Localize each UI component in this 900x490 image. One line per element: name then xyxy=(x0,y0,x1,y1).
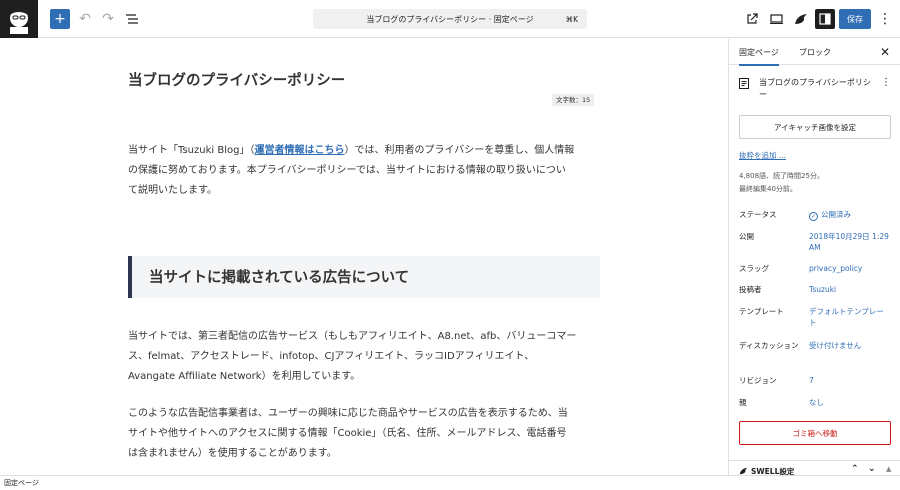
parent-value[interactable]: なし xyxy=(809,397,891,408)
editor-header: + ↶ ↷ 当ブログのプライバシーポリシー · 固定ページ ⌘K 保存 ⋮ xyxy=(0,0,900,38)
slug-label: スラッグ xyxy=(739,264,769,273)
swell-icon[interactable] xyxy=(791,9,811,29)
operator-info-link[interactable]: 運営者情報はこちら xyxy=(254,145,344,156)
cookie-line: は含まれません）を使用することがあります。 xyxy=(128,448,337,459)
template-value[interactable]: デフォルトテンプレート xyxy=(809,306,891,328)
add-excerpt-link[interactable]: 抜粋を追加 ... xyxy=(739,150,786,161)
status-text: 公開済み xyxy=(821,210,851,219)
cookie-paragraph[interactable]: このような広告配信事業者は、ユーザーの興味に応じた商品やサービスの広告を表示する… xyxy=(128,404,600,464)
swell-logo-icon xyxy=(739,467,748,475)
view-page-icon[interactable] xyxy=(742,9,762,29)
drag-handle-icon[interactable]: ▲ xyxy=(886,465,891,473)
section-heading[interactable]: 当サイトに掲載されている広告について xyxy=(128,256,600,298)
ads-paragraph[interactable]: 当サイトでは、第三者配信の広告サービス（もしもアフィリエイト、A8.net、af… xyxy=(128,327,600,387)
shortcut-hint: ⌘K xyxy=(565,15,578,24)
document-overview-icon[interactable] xyxy=(122,9,142,29)
sidebar-tabs: 固定ページ ブロック ✕ xyxy=(729,39,900,66)
tab-page[interactable]: 固定ページ xyxy=(739,47,779,66)
last-edited: 最終編集40分前。 xyxy=(739,185,797,193)
site-icon[interactable] xyxy=(0,0,38,38)
published-check-icon: ✓ xyxy=(809,212,818,221)
ads-line: Avangate Affiliate Network）を利用しています。 xyxy=(128,371,361,382)
status-label: ステータス xyxy=(739,210,777,219)
summary-page-title: 当ブログのプライバシーポリシー xyxy=(759,78,871,99)
cookie-line: サイトや他サイトへのアクセスに関する情報「Cookie」（氏名、住所、メールアド… xyxy=(128,428,567,439)
intro-text-rest: ）では、利用者のプライバシーを尊重し、個人情報 xyxy=(344,145,575,156)
move-to-trash-button[interactable]: ゴミ箱へ移動 xyxy=(739,421,891,445)
revisions-value[interactable]: 7 xyxy=(809,375,891,386)
redo-icon[interactable]: ↷ xyxy=(98,9,118,29)
block-breadcrumb[interactable]: 固定ページ xyxy=(0,475,900,490)
word-read-time: 4,808語、読了時間25分。 xyxy=(739,172,824,180)
settings-sidebar: 固定ページ ブロック ✕ 当ブログのプライバシーポリシー ⋮ アイキャッチ画像を… xyxy=(728,39,900,475)
command-palette-bar[interactable]: 当ブログのプライバシーポリシー · 固定ページ ⌘K xyxy=(313,9,587,29)
preview-icon[interactable] xyxy=(766,9,786,29)
set-featured-image-button[interactable]: アイキャッチ画像を設定 xyxy=(739,115,891,139)
command-title: 当ブログのプライバシーポリシー · 固定ページ xyxy=(366,14,534,24)
page-icon xyxy=(739,78,749,89)
swell-settings-panel[interactable]: SWELL設定 ⌃ ⌄ ▲ xyxy=(729,460,900,475)
publish-label: 公開 xyxy=(739,232,754,241)
more-options-icon[interactable]: ⋮ xyxy=(875,9,895,29)
undo-icon[interactable]: ↶ xyxy=(75,9,95,29)
author-label: 投稿者 xyxy=(739,285,762,294)
status-value[interactable]: ✓ 公開済み xyxy=(809,209,891,221)
chevron-up-icon[interactable]: ⌃ xyxy=(851,464,859,474)
tab-block[interactable]: ブロック xyxy=(799,47,831,58)
chevron-down-icon[interactable]: ⌄ xyxy=(868,464,876,474)
intro-text: 当サイト「Tsuzuki Blog」（ xyxy=(128,145,255,156)
intro-line: て説明いたします。 xyxy=(128,185,217,196)
document-meta: 4,808語、読了時間25分。 最終編集40分前。 xyxy=(739,170,824,196)
save-button[interactable]: 保存 xyxy=(839,9,871,29)
editor-canvas: 当ブログのプライバシーポリシー 文字数：15 当サイト「Tsuzuki Blog… xyxy=(0,39,728,475)
revisions-label: リビジョン xyxy=(739,376,777,385)
parent-label: 親 xyxy=(739,398,747,407)
author-value[interactable]: Tsuzuki xyxy=(809,284,891,295)
cookie-line: このような広告配信事業者は、ユーザーの興味に応じた商品やサービスの広告を表示する… xyxy=(128,408,568,419)
discussion-value[interactable]: 受け付けません xyxy=(809,340,891,351)
add-block-button[interactable]: + xyxy=(50,9,70,29)
page-actions-icon[interactable]: ⋮ xyxy=(881,77,891,88)
intro-line: の保護に努めております。本プライバシーポリシーでは、当サイトにおける情報の取り扱… xyxy=(128,165,566,176)
template-label: テンプレート xyxy=(739,307,784,316)
ads-line: 当サイトでは、第三者配信の広告サービス（もしもアフィリエイト、A8.net、af… xyxy=(128,331,577,342)
section-heading-text: 当サイトに掲載されている広告について xyxy=(149,270,410,286)
settings-sidebar-icon[interactable] xyxy=(815,9,835,29)
slug-value[interactable]: privacy_policy xyxy=(809,263,891,274)
page-title[interactable]: 当ブログのプライバシーポリシー xyxy=(128,69,345,90)
word-count-badge: 文字数：15 xyxy=(552,94,595,106)
close-icon[interactable]: ✕ xyxy=(880,45,890,59)
publish-date-value[interactable]: 2018年10月29日 1:29 AM xyxy=(809,231,891,253)
swell-settings-title: SWELL設定 xyxy=(751,467,795,475)
intro-paragraph[interactable]: 当サイト「Tsuzuki Blog」（運営者情報はこちら）では、利用者のプライバ… xyxy=(128,141,600,201)
ads-line: ス、felmat、アクセストレード、infotop、CJアフィリエイト、ラッコI… xyxy=(128,351,535,362)
discussion-label: ディスカッション xyxy=(739,341,799,350)
